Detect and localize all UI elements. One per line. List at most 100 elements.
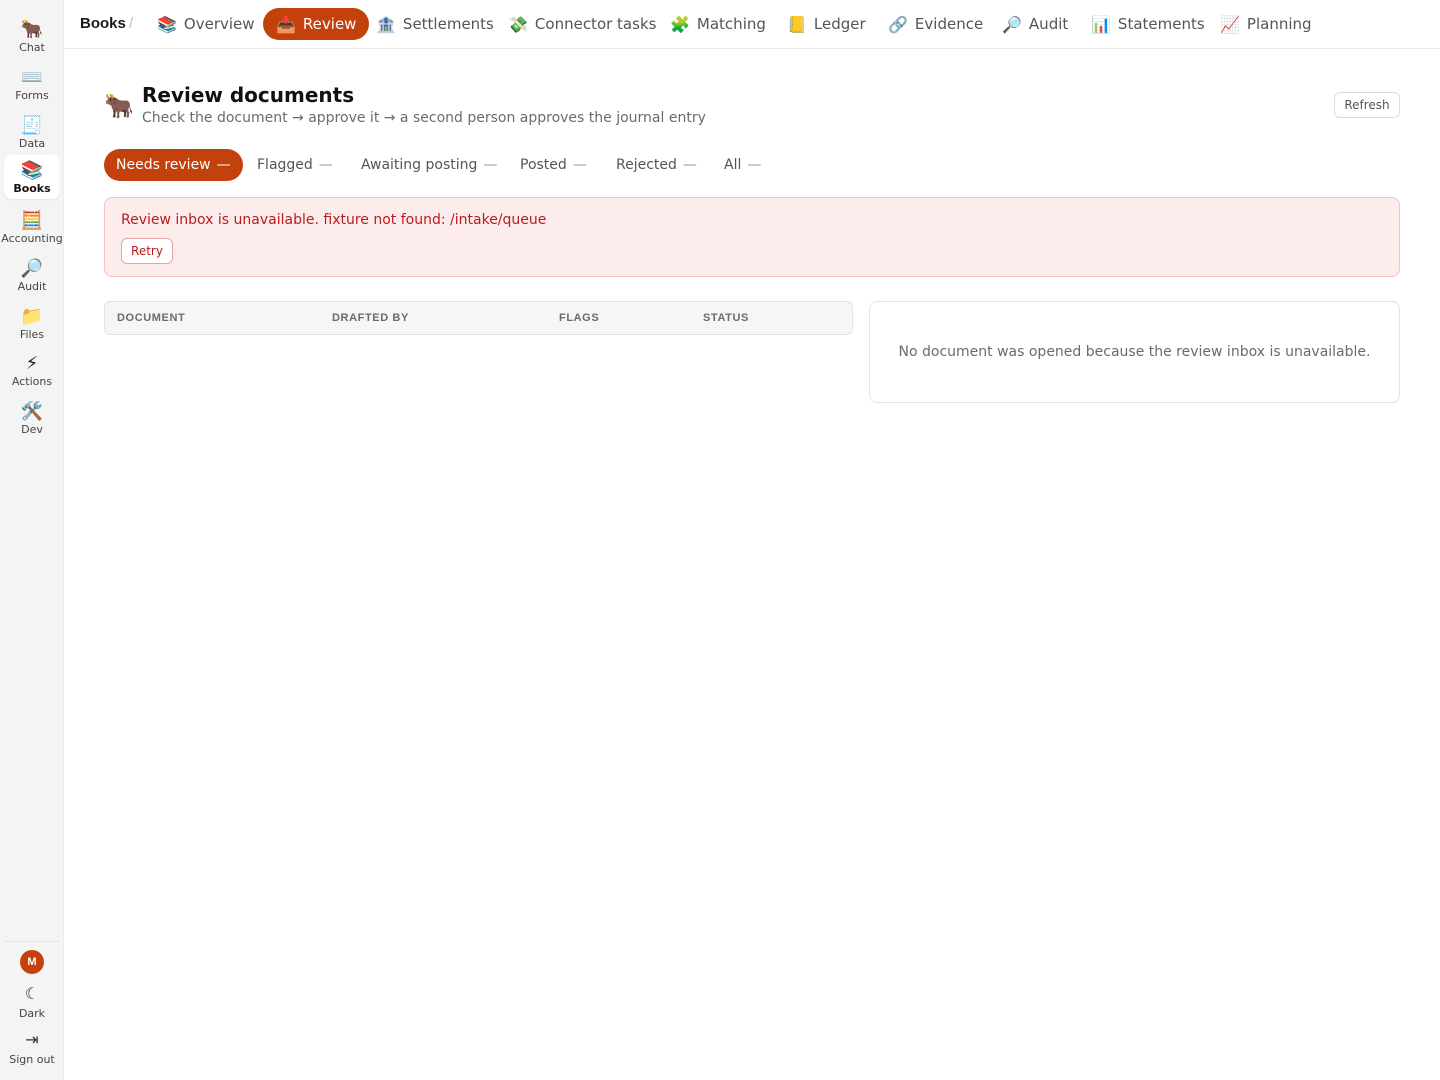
filter-flagged[interactable]: Flagged — (245, 149, 345, 181)
sidebar-item-label: Chat (19, 40, 45, 54)
filter-count: — (747, 157, 762, 173)
filter-posted[interactable]: Posted — (508, 149, 599, 181)
sidebar-item-label: Data (18, 136, 46, 150)
filter-count: — (483, 157, 498, 173)
filter-awaiting-posting[interactable]: Awaiting posting — (349, 149, 509, 181)
sidebar-item-actions[interactable]: ⚡ Actions (4, 348, 60, 392)
tools-icon: 🛠️ (20, 400, 44, 421)
tab-label: Connector tasks (534, 15, 657, 33)
retry-button[interactable]: Retry (121, 238, 173, 264)
dark-mode-toggle[interactable]: ☾ Dark (4, 980, 60, 1024)
column-header-status[interactable]: STATUS (703, 312, 749, 324)
column-header-document[interactable]: DOCUMENT (117, 312, 185, 324)
sidebar-item-chat[interactable]: 🐂 Chat (4, 14, 60, 58)
sidebar-item-label: Dev (21, 422, 43, 436)
sidebar-item-forms[interactable]: ⌨️ Forms (4, 62, 60, 106)
page-subtitle: Check the document → approve it → a seco… (142, 110, 706, 126)
tab-planning[interactable]: 📈 Planning (1207, 8, 1325, 40)
bull-icon: 🐂 (104, 93, 134, 120)
tab-label: Planning (1246, 15, 1312, 33)
money-wings-icon: 💸 (508, 14, 528, 34)
dark-mode-label: Dark (18, 1006, 46, 1020)
filter-needs-review[interactable]: Needs review — (104, 149, 243, 181)
magnifier-icon: 🔎 (1002, 14, 1022, 34)
trend-chart-icon: 📈 (1220, 14, 1240, 34)
sidebar-item-data[interactable]: 🧾 Data (4, 110, 60, 154)
lightning-icon: ⚡ (25, 352, 39, 373)
folder-icon: 📁 (20, 305, 44, 326)
tab-evidence[interactable]: 🔗 Evidence (875, 8, 996, 40)
sidebar-item-label: Files (19, 327, 45, 341)
bull-icon: 🐂 (20, 18, 44, 39)
error-message: Review inbox is unavailable. fixture not… (121, 212, 547, 228)
abacus-icon: 🧮 (20, 209, 44, 230)
tab-label: Ledger (813, 15, 866, 33)
documents-table: DOCUMENT DRAFTED BY FLAGS STATUS (104, 301, 853, 335)
tab-overview[interactable]: 📚 Overview (144, 8, 268, 40)
sign-out-icon: ⇥ (25, 1031, 39, 1049)
sidebar-item-label: Accounting (1, 231, 63, 245)
sidebar-item-files[interactable]: 📁 Files (4, 301, 60, 345)
page-title: Review documents (142, 83, 355, 107)
refresh-button[interactable]: Refresh (1334, 92, 1400, 118)
sidebar-item-books[interactable]: 📚 Books (4, 155, 60, 199)
sidebar-divider (4, 941, 60, 942)
ledger-icon: 📒 (787, 14, 807, 34)
sidebar-item-accounting[interactable]: 🧮 Accounting (1, 205, 63, 249)
sidebar-item-audit[interactable]: 🔎 Audit (4, 253, 60, 297)
magnifier-icon: 🔎 (20, 257, 44, 278)
sidebar-item-label: Actions (11, 374, 53, 388)
column-header-drafted-by[interactable]: DRAFTED BY (332, 312, 409, 324)
filter-count: — (216, 157, 231, 173)
tab-settlements[interactable]: 🏦 Settlements (363, 8, 507, 40)
breadcrumb-separator: / (129, 15, 134, 32)
column-header-flags[interactable]: FLAGS (559, 312, 599, 324)
filter-rejected[interactable]: Rejected — (604, 149, 709, 181)
avatar[interactable]: M (20, 950, 44, 974)
sidebar-item-dev[interactable]: 🛠️ Dev (4, 396, 60, 440)
tab-connector-tasks[interactable]: 💸 Connector tasks (495, 8, 669, 40)
filter-label: All (724, 157, 742, 173)
sidebar-item-label: Audit (17, 279, 47, 293)
top-nav: Books / 📚 Overview 📥 Review 🏦 Settlement… (64, 0, 1440, 49)
tab-statements[interactable]: 📊 Statements (1078, 8, 1218, 40)
error-banner: Review inbox is unavailable. fixture not… (104, 197, 1400, 277)
sidebar: 🐂 Chat ⌨️ Forms 🧾 Data 📚 Books 🧮 Account… (0, 0, 64, 1080)
tab-matching[interactable]: 🧩 Matching (657, 8, 779, 40)
tab-label: Overview (183, 15, 255, 33)
bank-icon: 🏦 (376, 14, 396, 34)
filter-label: Posted (520, 157, 567, 173)
tab-label: Review (302, 15, 357, 33)
keyboard-icon: ⌨️ (20, 66, 44, 87)
filter-count: — (318, 157, 333, 173)
filter-count: — (572, 157, 587, 173)
filter-label: Rejected (616, 157, 677, 173)
sign-out-label: Sign out (9, 1052, 55, 1066)
tab-label: Evidence (914, 15, 984, 33)
filter-count: — (682, 157, 697, 173)
moon-icon: ☾ (24, 985, 40, 1003)
filter-label: Needs review (116, 157, 211, 173)
tab-review[interactable]: 📥 Review (263, 8, 370, 40)
tab-ledger[interactable]: 📒 Ledger (774, 8, 879, 40)
filter-all[interactable]: All — (712, 149, 773, 181)
sidebar-item-label: Books (13, 181, 51, 195)
document-detail-panel: No document was opened because the revie… (869, 301, 1400, 403)
receipt-icon: 🧾 (20, 114, 44, 135)
empty-state-message: No document was opened because the revie… (898, 344, 1371, 360)
books-icon: 📚 (157, 14, 177, 34)
tab-label: Settlements (402, 15, 494, 33)
sign-out-button[interactable]: ⇥ Sign out (4, 1026, 60, 1070)
filter-label: Awaiting posting (361, 157, 478, 173)
breadcrumb[interactable]: Books (80, 15, 126, 32)
sidebar-item-label: Forms (15, 88, 49, 102)
link-icon: 🔗 (888, 14, 908, 34)
filter-label: Flagged (257, 157, 313, 173)
tab-audit[interactable]: 🔎 Audit (989, 8, 1081, 40)
tab-label: Audit (1028, 15, 1069, 33)
inbox-tray-icon: 📥 (276, 14, 296, 34)
books-icon: 📚 (20, 159, 44, 180)
bar-chart-icon: 📊 (1091, 14, 1111, 34)
tab-label: Statements (1117, 15, 1205, 33)
tab-label: Matching (696, 15, 766, 33)
